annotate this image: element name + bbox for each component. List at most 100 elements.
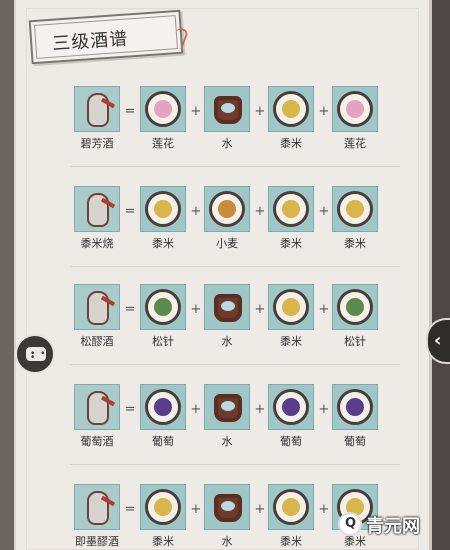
recipe-result[interactable]: 即墨醪酒 [72, 484, 122, 549]
plus-sign: + [254, 302, 266, 317]
ingredient-label: 黍米 [280, 535, 302, 548]
ingredient-item[interactable]: 黍米 [138, 186, 188, 251]
wine-icon [74, 384, 120, 430]
ingredient-item[interactable]: 黍米 [266, 186, 316, 251]
ingredient-label: 葡萄 [280, 435, 302, 448]
plus-sign: + [318, 204, 330, 219]
ingredient-item[interactable]: 水 [202, 484, 252, 549]
plus-sign: + [190, 302, 202, 317]
ingredient-item[interactable]: 松针 [138, 284, 188, 349]
ingredient-plate-icon [268, 484, 314, 530]
plus-sign: + [190, 104, 202, 119]
plus-sign: + [318, 104, 330, 119]
equals-sign: = [124, 204, 136, 219]
plus-sign: + [190, 204, 202, 219]
ingredient-item[interactable]: 葡萄 [330, 384, 380, 449]
equals-sign: = [124, 502, 136, 517]
ingredient-label: 水 [221, 535, 233, 548]
plus-sign: + [190, 402, 202, 417]
wine-icon [74, 284, 120, 330]
ingredient-item[interactable]: 葡萄 [266, 384, 316, 449]
ingredient-label: 黍米 [152, 535, 174, 548]
equals-sign: = [124, 402, 136, 417]
ingredient-plate-icon [268, 186, 314, 232]
ingredient-item[interactable]: 黍米 [266, 86, 316, 151]
plus-sign: + [254, 402, 266, 417]
recipe-result[interactable]: 黍米烧 [72, 186, 122, 251]
ingredient-item[interactable]: 黍米 [266, 484, 316, 549]
water-bucket-icon [204, 86, 250, 132]
water-bucket-icon [204, 384, 250, 430]
ingredient-plate-icon [140, 484, 186, 530]
row-divider [70, 464, 400, 465]
row-divider [70, 166, 400, 167]
ingredient-label: 水 [221, 335, 233, 348]
ingredient-plate-icon [140, 186, 186, 232]
ingredient-label: 黍米 [152, 237, 174, 250]
ingredient-label: 松针 [152, 335, 174, 348]
recipe-result-label: 黍米烧 [80, 237, 114, 250]
ingredient-item[interactable]: 水 [202, 284, 252, 349]
plus-sign: + [254, 104, 266, 119]
ingredient-plate-icon [204, 186, 250, 232]
ingredient-label: 松针 [344, 335, 366, 348]
watermark-text: 青元网 [366, 516, 420, 537]
water-bucket-icon [204, 284, 250, 330]
ingredient-item[interactable]: 黍米 [266, 284, 316, 349]
plus-sign: + [254, 502, 266, 517]
ingredient-plate-icon [140, 284, 186, 330]
equals-sign: = [124, 104, 136, 119]
wine-icon [74, 186, 120, 232]
ingredient-label: 黍米 [280, 237, 302, 250]
page-title: 三级酒谱 [51, 28, 129, 55]
ingredient-plate-icon [332, 284, 378, 330]
wine-icon [74, 484, 120, 530]
ingredient-label: 葡萄 [344, 435, 366, 448]
ingredient-label: 莲花 [152, 137, 174, 150]
ingredient-item[interactable]: 莲花 [138, 86, 188, 151]
plus-sign: + [318, 502, 330, 517]
plus-sign: + [190, 502, 202, 517]
plus-sign: + [254, 204, 266, 219]
ingredient-item[interactable]: 葡萄 [138, 384, 188, 449]
watermark: Q 青元网 [338, 510, 438, 538]
ingredient-label: 黍米 [280, 137, 302, 150]
wine-icon [74, 86, 120, 132]
ingredient-label: 小麦 [216, 237, 238, 250]
plus-sign: + [318, 402, 330, 417]
chat-bubble-icon[interactable]: • • • [15, 334, 55, 374]
equals-sign: = [124, 302, 136, 317]
ingredient-label: 黍米 [280, 335, 302, 348]
recipe-result[interactable]: 碧芳酒 [72, 86, 122, 151]
row-divider [70, 266, 400, 267]
row-divider [70, 364, 400, 365]
watermark-logo-icon: Q [338, 512, 362, 536]
ingredient-label: 水 [221, 435, 233, 448]
plus-sign: + [318, 302, 330, 317]
ingredient-item[interactable]: 黍米 [330, 186, 380, 251]
ingredient-plate-icon [268, 284, 314, 330]
recipe-result[interactable]: 葡萄酒 [72, 384, 122, 449]
ingredient-plate-icon [332, 86, 378, 132]
ingredient-label: 莲花 [344, 137, 366, 150]
recipe-result-label: 碧芳酒 [80, 137, 114, 150]
recipe-result-label: 葡萄酒 [80, 435, 114, 448]
recipe-result-label: 松醪酒 [80, 335, 114, 348]
ingredient-plate-icon [268, 86, 314, 132]
ingredient-item[interactable]: 小麦 [202, 186, 252, 251]
ingredient-item[interactable]: 莲花 [330, 86, 380, 151]
recipe-paper [14, 0, 432, 550]
ingredient-plate-icon [140, 384, 186, 430]
ingredient-item[interactable]: 黍米 [138, 484, 188, 549]
ingredient-plate-icon [140, 86, 186, 132]
water-bucket-icon [204, 484, 250, 530]
ingredient-plate-icon [268, 384, 314, 430]
ingredient-item[interactable]: 水 [202, 86, 252, 151]
ingredient-item[interactable]: 水 [202, 384, 252, 449]
ingredient-plate-icon [332, 384, 378, 430]
ingredient-label: 黍米 [344, 237, 366, 250]
ingredient-label: 水 [221, 137, 233, 150]
ingredient-label: 葡萄 [152, 435, 174, 448]
ingredient-item[interactable]: 松针 [330, 284, 380, 349]
recipe-result[interactable]: 松醪酒 [72, 284, 122, 349]
